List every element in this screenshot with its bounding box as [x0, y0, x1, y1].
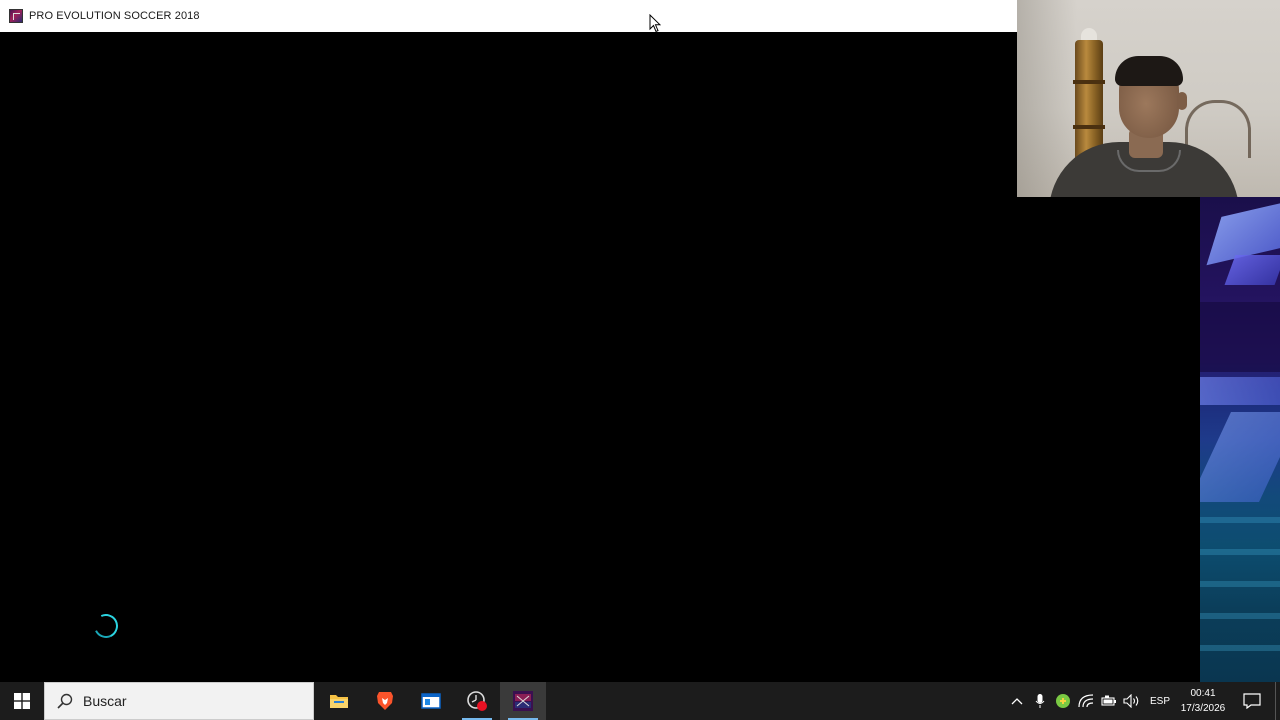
- notification-icon: [1243, 693, 1261, 709]
- pes2018-app-icon: [513, 691, 533, 711]
- taskbar-pes2018[interactable]: [500, 682, 546, 720]
- wallpaper-band: [1200, 517, 1280, 523]
- brave-lion-icon: [377, 692, 393, 710]
- window-app-icon: [421, 693, 441, 709]
- wallpaper-dark-band: [1200, 302, 1280, 372]
- taskbar-brave[interactable]: [362, 682, 408, 720]
- record-clock-icon: [467, 691, 487, 711]
- chevron-up-icon: [1011, 698, 1022, 705]
- search-box[interactable]: Buscar: [44, 682, 314, 720]
- loading-spinner-icon: [90, 610, 122, 642]
- taskbar-file-explorer[interactable]: [316, 682, 362, 720]
- clock-date: 17/3/2026: [1180, 703, 1226, 714]
- search-icon: [57, 693, 73, 709]
- taskbar-recorder[interactable]: [454, 682, 500, 720]
- tray-network[interactable]: [1074, 682, 1097, 720]
- battery-icon: [1100, 695, 1116, 706]
- search-input[interactable]: Buscar: [83, 693, 127, 709]
- speaker-icon: [1122, 694, 1138, 708]
- language-indicator[interactable]: ESP: [1143, 682, 1177, 720]
- wallpaper-band: [1200, 645, 1280, 651]
- webcam-person-ear: [1177, 92, 1187, 110]
- mouse-cursor-icon: [649, 14, 661, 33]
- wallpaper-band: [1200, 613, 1280, 619]
- wallpaper-shard: [1200, 377, 1280, 405]
- tray-volume[interactable]: [1120, 682, 1143, 720]
- taskbar-apps: [316, 682, 546, 720]
- green-status-icon: [1055, 694, 1070, 708]
- window-titlebar[interactable]: PRO EVOLUTION SOCCER 2018: [0, 0, 1018, 32]
- wallpaper-band: [1200, 581, 1280, 587]
- start-button[interactable]: [0, 682, 44, 720]
- show-hidden-icons-button[interactable]: [1005, 682, 1028, 720]
- system-tray: ESP 00:41 17/3/2026: [1005, 682, 1280, 720]
- folder-icon: [330, 695, 348, 708]
- window-title: PRO EVOLUTION SOCCER 2018: [29, 10, 200, 22]
- wallpaper-shard: [1224, 255, 1280, 285]
- desktop-wallpaper: [1200, 197, 1280, 682]
- tray-status-app[interactable]: [1051, 682, 1074, 720]
- clock[interactable]: 00:41 17/3/2026: [1177, 682, 1229, 720]
- tray-microphone[interactable]: [1028, 682, 1051, 720]
- webcam-person-hair: [1115, 56, 1183, 86]
- webcam-overlay: [1017, 0, 1280, 197]
- wallpaper-shard: [1200, 412, 1280, 502]
- microphone-icon: [1035, 694, 1044, 708]
- wallpaper-band: [1200, 549, 1280, 555]
- show-desktop-button[interactable]: [1275, 682, 1280, 720]
- wifi-icon: [1077, 694, 1093, 708]
- taskbar-window-app[interactable]: [408, 682, 454, 720]
- pes2018-app-icon: [9, 9, 23, 23]
- clock-time: 00:41: [1190, 688, 1216, 699]
- windows-start-icon: [14, 693, 30, 709]
- taskbar: Buscar ESP 00:41 17/3/2026: [0, 682, 1280, 720]
- action-center-button[interactable]: [1229, 682, 1275, 720]
- tray-battery[interactable]: [1097, 682, 1120, 720]
